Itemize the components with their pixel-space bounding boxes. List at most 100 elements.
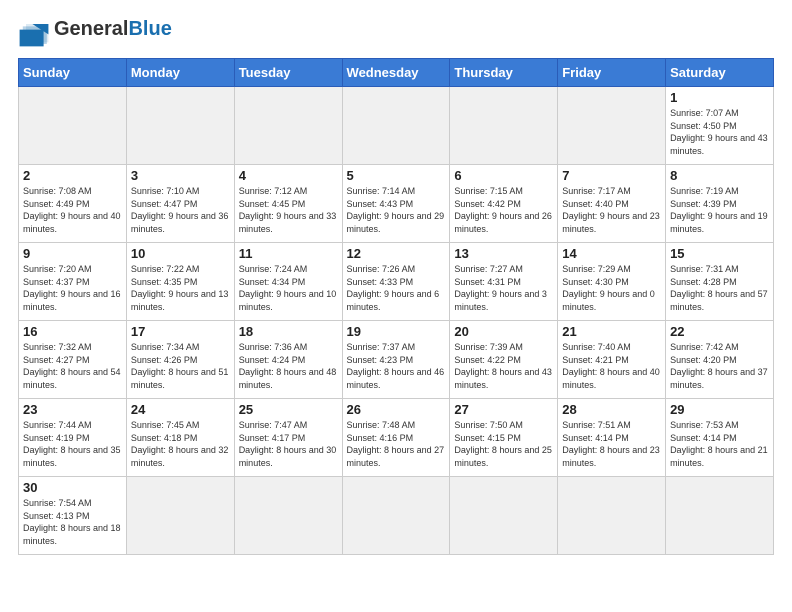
day-info: Sunrise: 7:20 AMSunset: 4:37 PMDaylight:… [23, 263, 122, 313]
day-number: 13 [454, 246, 553, 261]
calendar-cell [558, 87, 666, 165]
day-info: Sunrise: 7:51 AMSunset: 4:14 PMDaylight:… [562, 419, 661, 469]
calendar-cell: 2 Sunrise: 7:08 AMSunset: 4:49 PMDaylight… [19, 165, 127, 243]
day-info: Sunrise: 7:27 AMSunset: 4:31 PMDaylight:… [454, 263, 553, 313]
calendar-cell [234, 87, 342, 165]
day-info: Sunrise: 7:19 AMSunset: 4:39 PMDaylight:… [670, 185, 769, 235]
day-info: Sunrise: 7:53 AMSunset: 4:14 PMDaylight:… [670, 419, 769, 469]
logo-text: GeneralBlue [54, 18, 172, 40]
day-info: Sunrise: 7:42 AMSunset: 4:20 PMDaylight:… [670, 341, 769, 391]
weekday-header-monday: Monday [126, 59, 234, 87]
day-info: Sunrise: 7:31 AMSunset: 4:28 PMDaylight:… [670, 263, 769, 313]
day-info: Sunrise: 7:10 AMSunset: 4:47 PMDaylight:… [131, 185, 230, 235]
weekday-header-sunday: Sunday [19, 59, 127, 87]
day-number: 17 [131, 324, 230, 339]
day-number: 6 [454, 168, 553, 183]
day-number: 28 [562, 402, 661, 417]
calendar-cell: 30 Sunrise: 7:54 AMSunset: 4:13 PMDayligh… [19, 477, 127, 555]
day-info: Sunrise: 7:07 AMSunset: 4:50 PMDaylight:… [670, 107, 769, 157]
day-info: Sunrise: 7:15 AMSunset: 4:42 PMDaylight:… [454, 185, 553, 235]
calendar-cell: 20 Sunrise: 7:39 AMSunset: 4:22 PMDayligh… [450, 321, 558, 399]
day-info: Sunrise: 7:34 AMSunset: 4:26 PMDaylight:… [131, 341, 230, 391]
calendar-cell [342, 87, 450, 165]
calendar-cell: 1 Sunrise: 7:07 AMSunset: 4:50 PMDaylight… [666, 87, 774, 165]
day-info: Sunrise: 7:54 AMSunset: 4:13 PMDaylight:… [23, 497, 122, 547]
day-number: 11 [239, 246, 338, 261]
calendar-week-4: 23Sunrise: 7:44 AMSunset: 4:19 PMDayligh… [19, 399, 774, 477]
day-info: Sunrise: 7:29 AMSunset: 4:30 PMDaylight:… [562, 263, 661, 313]
day-number: 12 [347, 246, 446, 261]
calendar-header: SundayMondayTuesdayWednesdayThursdayFrid… [19, 59, 774, 87]
calendar-cell: 27 Sunrise: 7:50 AMSunset: 4:15 PMDayligh… [450, 399, 558, 477]
day-number: 29 [670, 402, 769, 417]
day-number: 3 [131, 168, 230, 183]
weekday-header-friday: Friday [558, 59, 666, 87]
calendar-cell: 6 Sunrise: 7:15 AMSunset: 4:42 PMDaylight… [450, 165, 558, 243]
calendar-table: SundayMondayTuesdayWednesdayThursdayFrid… [18, 58, 774, 555]
day-number: 20 [454, 324, 553, 339]
logo-icon [18, 20, 50, 48]
day-number: 15 [670, 246, 769, 261]
day-number: 27 [454, 402, 553, 417]
day-number: 2 [23, 168, 122, 183]
calendar-cell: 22 Sunrise: 7:42 AMSunset: 4:20 PMDayligh… [666, 321, 774, 399]
calendar-cell [19, 87, 127, 165]
calendar-cell [342, 477, 450, 555]
calendar-cell: 3 Sunrise: 7:10 AMSunset: 4:47 PMDaylight… [126, 165, 234, 243]
calendar-cell: 28 Sunrise: 7:51 AMSunset: 4:14 PMDayligh… [558, 399, 666, 477]
calendar-cell: 24Sunrise: 7:45 AMSunset: 4:18 PMDayligh… [126, 399, 234, 477]
day-number: 14 [562, 246, 661, 261]
calendar-cell: 5Sunrise: 7:14 AMSunset: 4:43 PMDaylight… [342, 165, 450, 243]
calendar-cell: 13 Sunrise: 7:27 AMSunset: 4:31 PMDayligh… [450, 243, 558, 321]
day-info: Sunrise: 7:36 AMSunset: 4:24 PMDaylight:… [239, 341, 338, 391]
header: GeneralBlue [18, 18, 774, 48]
day-number: 9 [23, 246, 122, 261]
calendar-cell [234, 477, 342, 555]
day-info: Sunrise: 7:17 AMSunset: 4:40 PMDaylight:… [562, 185, 661, 235]
day-number: 21 [562, 324, 661, 339]
day-info: Sunrise: 7:39 AMSunset: 4:22 PMDaylight:… [454, 341, 553, 391]
calendar-cell: 18Sunrise: 7:36 AMSunset: 4:24 PMDayligh… [234, 321, 342, 399]
calendar-cell [450, 477, 558, 555]
day-number: 22 [670, 324, 769, 339]
calendar-cell: 17 Sunrise: 7:34 AMSunset: 4:26 PMDayligh… [126, 321, 234, 399]
day-info: Sunrise: 7:22 AMSunset: 4:35 PMDaylight:… [131, 263, 230, 313]
calendar-week-1: 2 Sunrise: 7:08 AMSunset: 4:49 PMDaylight… [19, 165, 774, 243]
calendar-week-5: 30 Sunrise: 7:54 AMSunset: 4:13 PMDayligh… [19, 477, 774, 555]
weekday-header-tuesday: Tuesday [234, 59, 342, 87]
weekday-header-saturday: Saturday [666, 59, 774, 87]
calendar-week-3: 16Sunrise: 7:32 AMSunset: 4:27 PMDayligh… [19, 321, 774, 399]
calendar-cell [126, 87, 234, 165]
day-info: Sunrise: 7:12 AMSunset: 4:45 PMDaylight:… [239, 185, 338, 235]
day-info: Sunrise: 7:50 AMSunset: 4:15 PMDaylight:… [454, 419, 553, 469]
calendar-cell [558, 477, 666, 555]
day-number: 8 [670, 168, 769, 183]
calendar-cell [126, 477, 234, 555]
day-number: 1 [670, 90, 769, 105]
calendar-cell: 9 Sunrise: 7:20 AMSunset: 4:37 PMDaylight… [19, 243, 127, 321]
day-number: 7 [562, 168, 661, 183]
day-info: Sunrise: 7:32 AMSunset: 4:27 PMDaylight:… [23, 341, 122, 391]
calendar-body: 1 Sunrise: 7:07 AMSunset: 4:50 PMDaylight… [19, 87, 774, 555]
calendar-cell: 26 Sunrise: 7:48 AMSunset: 4:16 PMDayligh… [342, 399, 450, 477]
day-number: 5 [347, 168, 446, 183]
day-info: Sunrise: 7:44 AMSunset: 4:19 PMDaylight:… [23, 419, 122, 469]
weekday-row: SundayMondayTuesdayWednesdayThursdayFrid… [19, 59, 774, 87]
day-info: Sunrise: 7:45 AMSunset: 4:18 PMDaylight:… [131, 419, 230, 469]
calendar-cell: 25Sunrise: 7:47 AMSunset: 4:17 PMDayligh… [234, 399, 342, 477]
day-number: 30 [23, 480, 122, 495]
day-number: 26 [347, 402, 446, 417]
page: GeneralBlue SundayMondayTuesdayWednesday… [0, 0, 792, 612]
day-info: Sunrise: 7:40 AMSunset: 4:21 PMDaylight:… [562, 341, 661, 391]
calendar-cell: 7 Sunrise: 7:17 AMSunset: 4:40 PMDaylight… [558, 165, 666, 243]
calendar-week-0: 1 Sunrise: 7:07 AMSunset: 4:50 PMDaylight… [19, 87, 774, 165]
day-number: 4 [239, 168, 338, 183]
calendar-cell: 19Sunrise: 7:37 AMSunset: 4:23 PMDayligh… [342, 321, 450, 399]
calendar-week-2: 9 Sunrise: 7:20 AMSunset: 4:37 PMDaylight… [19, 243, 774, 321]
calendar-cell [450, 87, 558, 165]
day-info: Sunrise: 7:08 AMSunset: 4:49 PMDaylight:… [23, 185, 122, 235]
calendar-cell: 15 Sunrise: 7:31 AMSunset: 4:28 PMDayligh… [666, 243, 774, 321]
day-info: Sunrise: 7:47 AMSunset: 4:17 PMDaylight:… [239, 419, 338, 469]
day-info: Sunrise: 7:26 AMSunset: 4:33 PMDaylight:… [347, 263, 446, 313]
day-info: Sunrise: 7:48 AMSunset: 4:16 PMDaylight:… [347, 419, 446, 469]
